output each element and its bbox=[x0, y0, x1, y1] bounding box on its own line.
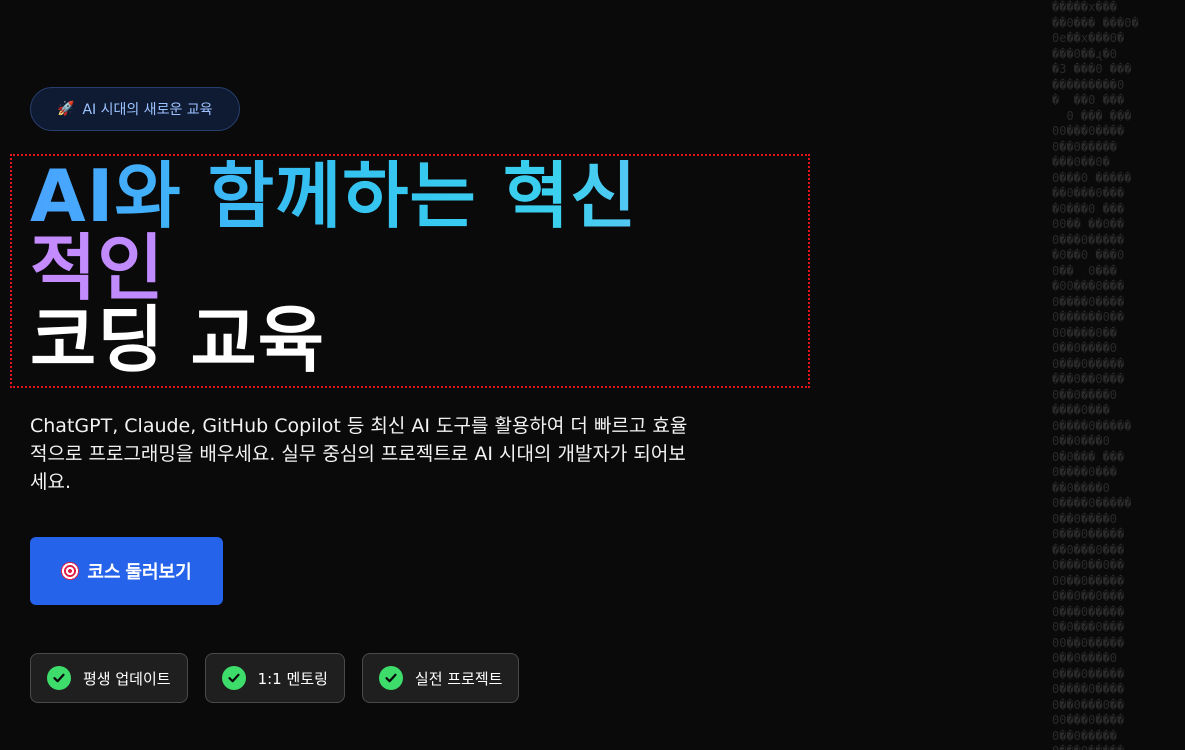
headline-line-1: AI와 함께하는 혁신 bbox=[30, 160, 790, 232]
feature-item-projects: 실전 프로젝트 bbox=[361, 653, 520, 703]
announcement-badge: 🚀 AI 시대의 새로운 교육 bbox=[30, 87, 240, 131]
feature-label: 1:1 멘토링 bbox=[257, 669, 328, 688]
badge-label: AI 시대의 새로운 교육 bbox=[82, 102, 213, 118]
background-noise-text: �����x��� ��0��� ���0� 0e��x���0� ���0��… bbox=[1052, 0, 1139, 750]
check-icon bbox=[221, 666, 246, 690]
page-title: AI와 함께하는 혁신 적인 코딩 교육 bbox=[30, 160, 790, 376]
target-icon bbox=[61, 562, 80, 580]
hero-section: 🚀 AI 시대의 새로운 교육 AI와 함께하는 혁신 적인 코딩 교육 Cha… bbox=[10, 0, 830, 750]
feature-list: 평생 업데이트 1:1 멘토링 실전 프로젝트 bbox=[30, 653, 520, 703]
feature-item-lifetime-updates: 평생 업데이트 bbox=[30, 653, 188, 703]
check-icon bbox=[47, 666, 71, 690]
headline-line-2: 적인 bbox=[30, 232, 790, 304]
feature-item-mentoring: 1:1 멘토링 bbox=[204, 653, 345, 703]
headline-line-3: 코딩 교육 bbox=[30, 298, 326, 382]
browse-courses-label: 코스 둘러보기 bbox=[87, 562, 192, 582]
feature-label: 실전 프로젝트 bbox=[414, 669, 503, 688]
hero-description: ChatGPT, Claude, GitHub Copilot 등 최신 AI … bbox=[30, 415, 688, 493]
browse-courses-button[interactable]: 코스 둘러보기 bbox=[30, 537, 223, 605]
rocket-icon: 🚀 bbox=[57, 101, 75, 117]
feature-label: 평생 업데이트 bbox=[83, 669, 171, 688]
check-icon bbox=[378, 666, 403, 690]
